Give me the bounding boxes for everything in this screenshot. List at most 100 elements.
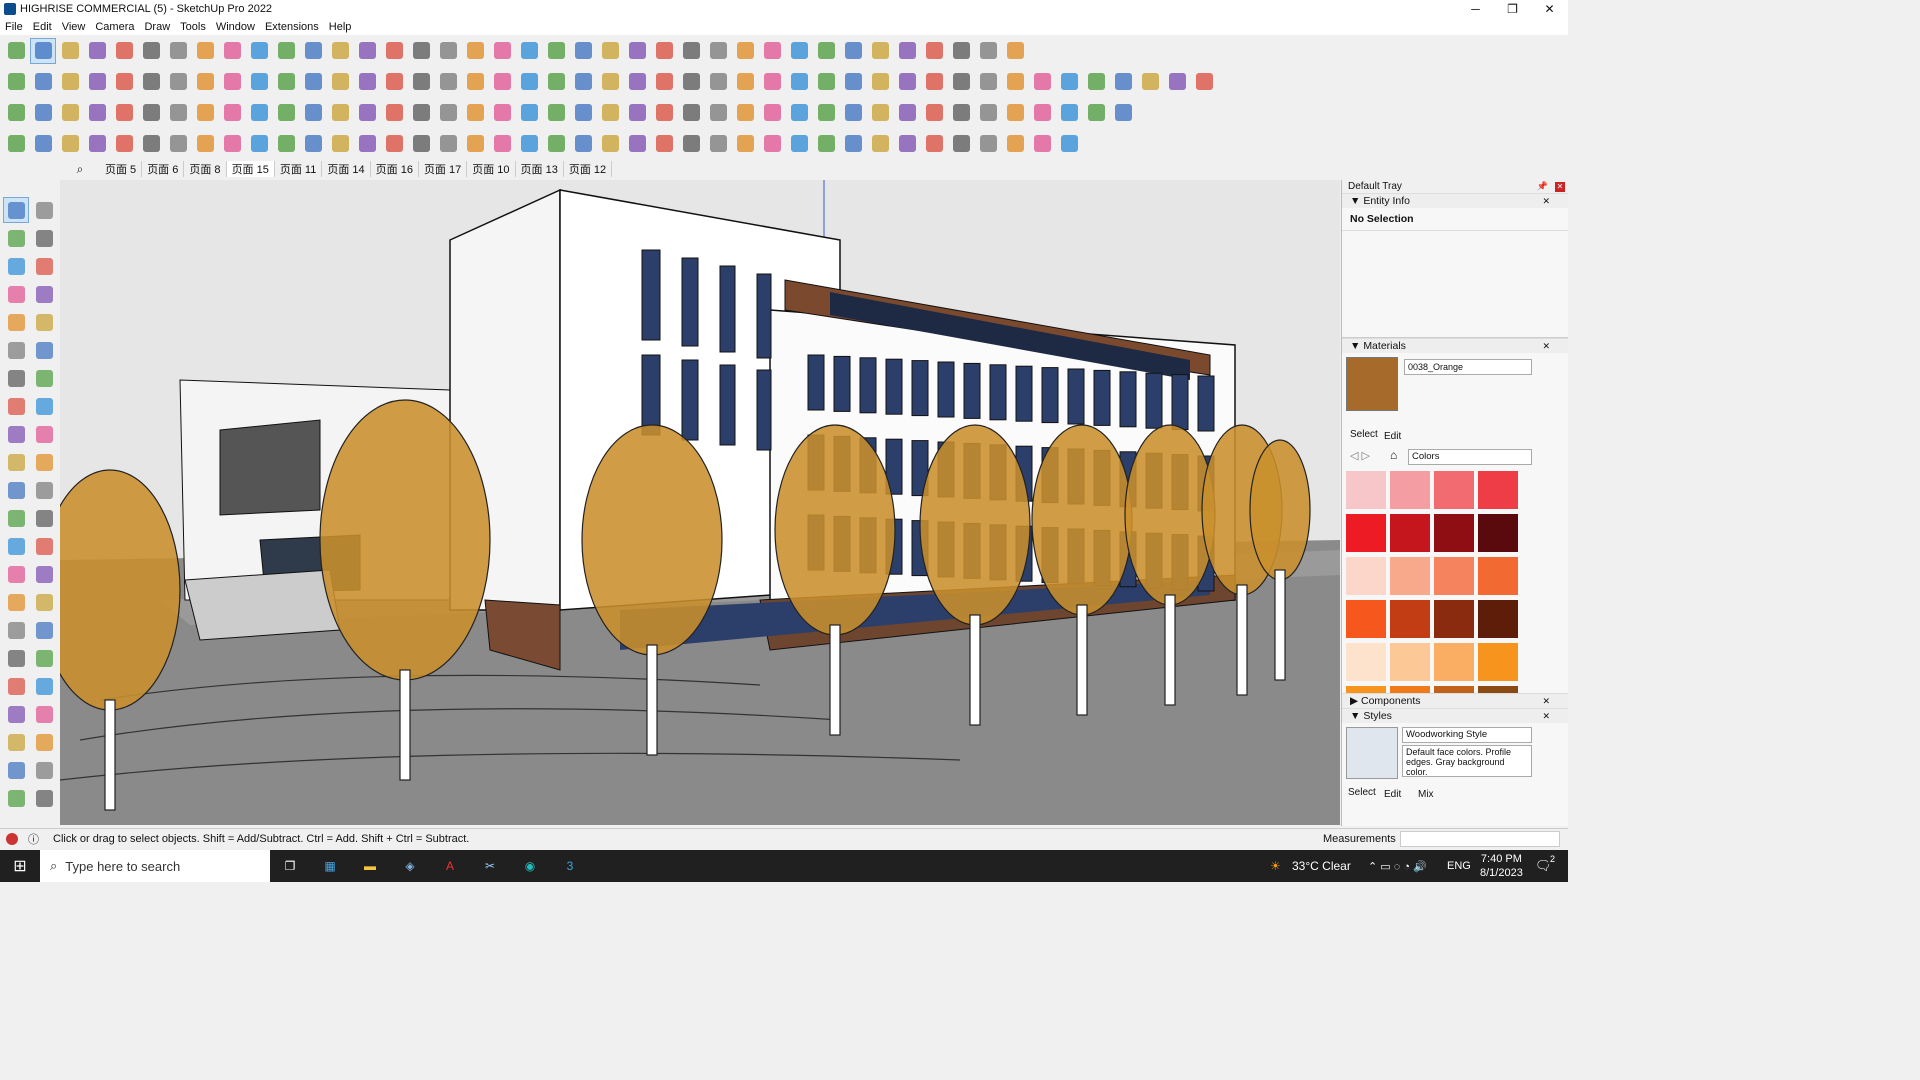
toolbar-tool-icon[interactable] [706,39,730,63]
toolbar-tool-icon[interactable] [814,70,838,94]
scene-tab[interactable]: 页面 5 [100,161,143,177]
toolbar-tool-icon[interactable] [409,70,433,94]
toolbar-tool-icon[interactable] [949,101,973,125]
styles-select-tab[interactable]: Select [1348,787,1376,798]
scene-tab[interactable]: 页面 6 [142,161,185,177]
nav-back-forward-icon[interactable]: ◁ ▷ [1350,449,1370,462]
toolbar-tool-icon[interactable] [706,132,730,156]
minimize-button[interactable]: ─ [1457,0,1494,18]
tool-icon[interactable] [4,394,28,418]
styles-mix-tab[interactable]: Mix [1418,789,1434,800]
scene-tab-selected[interactable]: 页面 15 [226,161,275,177]
toolbar-tool-icon[interactable] [85,132,109,156]
toolbar-tool-icon[interactable] [625,101,649,125]
menu-draw[interactable]: Draw [139,21,175,33]
toolbar-tool-icon[interactable] [868,70,892,94]
toolbar-tool-icon[interactable] [301,70,325,94]
color-swatch[interactable] [1434,643,1474,681]
toolbar-tool-icon[interactable] [382,132,406,156]
toolbar-tool-icon[interactable] [355,70,379,94]
menu-tools[interactable]: Tools [175,21,211,33]
toolbar-tool-icon[interactable] [544,70,568,94]
styles-header[interactable]: ▼ Styles ✕ [1342,708,1568,723]
materials-edit-tab[interactable]: Edit [1384,431,1401,442]
color-swatch[interactable] [1346,557,1386,595]
home-icon[interactable]: ⌂ [1390,448,1397,462]
styles-edit-tab[interactable]: Edit [1384,789,1401,800]
tool-icon[interactable] [32,478,56,502]
scene-tab[interactable]: 页面 13 [516,161,564,177]
toolbar-tool-icon[interactable] [895,39,919,63]
tool-icon[interactable] [4,282,28,306]
tool-icon[interactable] [32,646,56,670]
toolbar-tool-icon[interactable] [328,39,352,63]
toolbar-tool-icon[interactable] [382,70,406,94]
toolbar-tool-icon[interactable] [1138,70,1162,94]
weather-icon[interactable]: ☀ [1270,859,1281,873]
toolbar-tool-icon[interactable] [949,39,973,63]
taskbar-search-box[interactable]: ⌕ Type here to search [40,850,270,882]
tool-icon[interactable] [4,422,28,446]
toolbar-tool-icon[interactable] [787,132,811,156]
toolbar-tool-icon[interactable] [1165,70,1189,94]
toolbar-tool-icon[interactable] [193,132,217,156]
toolbar-tool-icon[interactable] [4,132,28,156]
toolbar-tool-icon[interactable] [220,70,244,94]
info-icon[interactable]: ⓘ [28,831,39,847]
tool-icon[interactable] [4,366,28,390]
toolbar-tool-icon[interactable] [409,101,433,125]
toolbar-tool-icon[interactable] [625,70,649,94]
color-swatch[interactable] [1478,643,1518,681]
toolbar-tool-icon[interactable] [1003,101,1027,125]
toolbar-tool-icon[interactable] [976,70,1000,94]
toolbar-tool-icon[interactable] [571,70,595,94]
toolbar-tool-icon[interactable] [922,70,946,94]
toolbar-tool-icon[interactable] [679,132,703,156]
color-swatch[interactable] [1478,686,1518,693]
toolbar-tool-icon[interactable] [544,39,568,63]
menu-file[interactable]: File [0,21,28,33]
panel-close-icon[interactable]: ✕ [1542,341,1550,352]
color-swatch[interactable] [1346,600,1386,638]
color-swatch[interactable] [1346,514,1386,552]
close-button[interactable]: ✕ [1531,0,1568,18]
toolbar-tool-icon[interactable] [760,101,784,125]
toolbar-tool-icon[interactable] [517,132,541,156]
toolbar-tool-icon[interactable] [922,101,946,125]
toolbar-tool-icon[interactable] [85,101,109,125]
toolbar-tool-icon[interactable] [733,132,757,156]
color-swatch[interactable] [1434,686,1474,693]
toolbar-tool-icon[interactable] [760,39,784,63]
edge-browser-icon[interactable]: ◉ [510,859,550,873]
toolbar-tool-icon[interactable] [31,70,55,94]
menu-extensions[interactable]: Extensions [260,21,324,33]
toolbar-tool-icon[interactable] [1003,132,1027,156]
tool-icon[interactable] [4,786,28,810]
color-swatch[interactable] [1478,471,1518,509]
tool-icon[interactable] [32,422,56,446]
color-swatch[interactable] [1346,471,1386,509]
toolbar-tool-icon[interactable] [274,132,298,156]
tool-icon[interactable] [4,730,28,754]
color-swatch[interactable] [1478,557,1518,595]
toolbar-tool-icon[interactable] [112,39,136,63]
toolbar-tool-icon[interactable] [328,70,352,94]
toolbar-tool-icon[interactable] [355,101,379,125]
toolbar-tool-icon[interactable] [868,39,892,63]
color-swatch[interactable] [1390,557,1430,595]
style-name-field[interactable]: Woodworking Style [1402,727,1532,743]
toolbar-tool-icon[interactable] [787,39,811,63]
toolbar-tool-icon[interactable] [976,39,1000,63]
pin-icon[interactable]: 📌 [1537,181,1548,192]
color-swatch[interactable] [1434,557,1474,595]
toolbar-tool-icon[interactable] [706,70,730,94]
toolbar-tool-icon[interactable] [4,39,28,63]
toolbar-tool-icon[interactable] [598,39,622,63]
toolbar-tool-icon[interactable] [220,132,244,156]
toolbar-tool-icon[interactable] [409,39,433,63]
tool-icon[interactable] [32,338,56,362]
toolbar-tool-icon[interactable] [139,70,163,94]
toolbar-tool-icon[interactable] [814,39,838,63]
toolbar-tool-icon[interactable] [4,101,28,125]
tool-icon[interactable] [3,197,29,223]
